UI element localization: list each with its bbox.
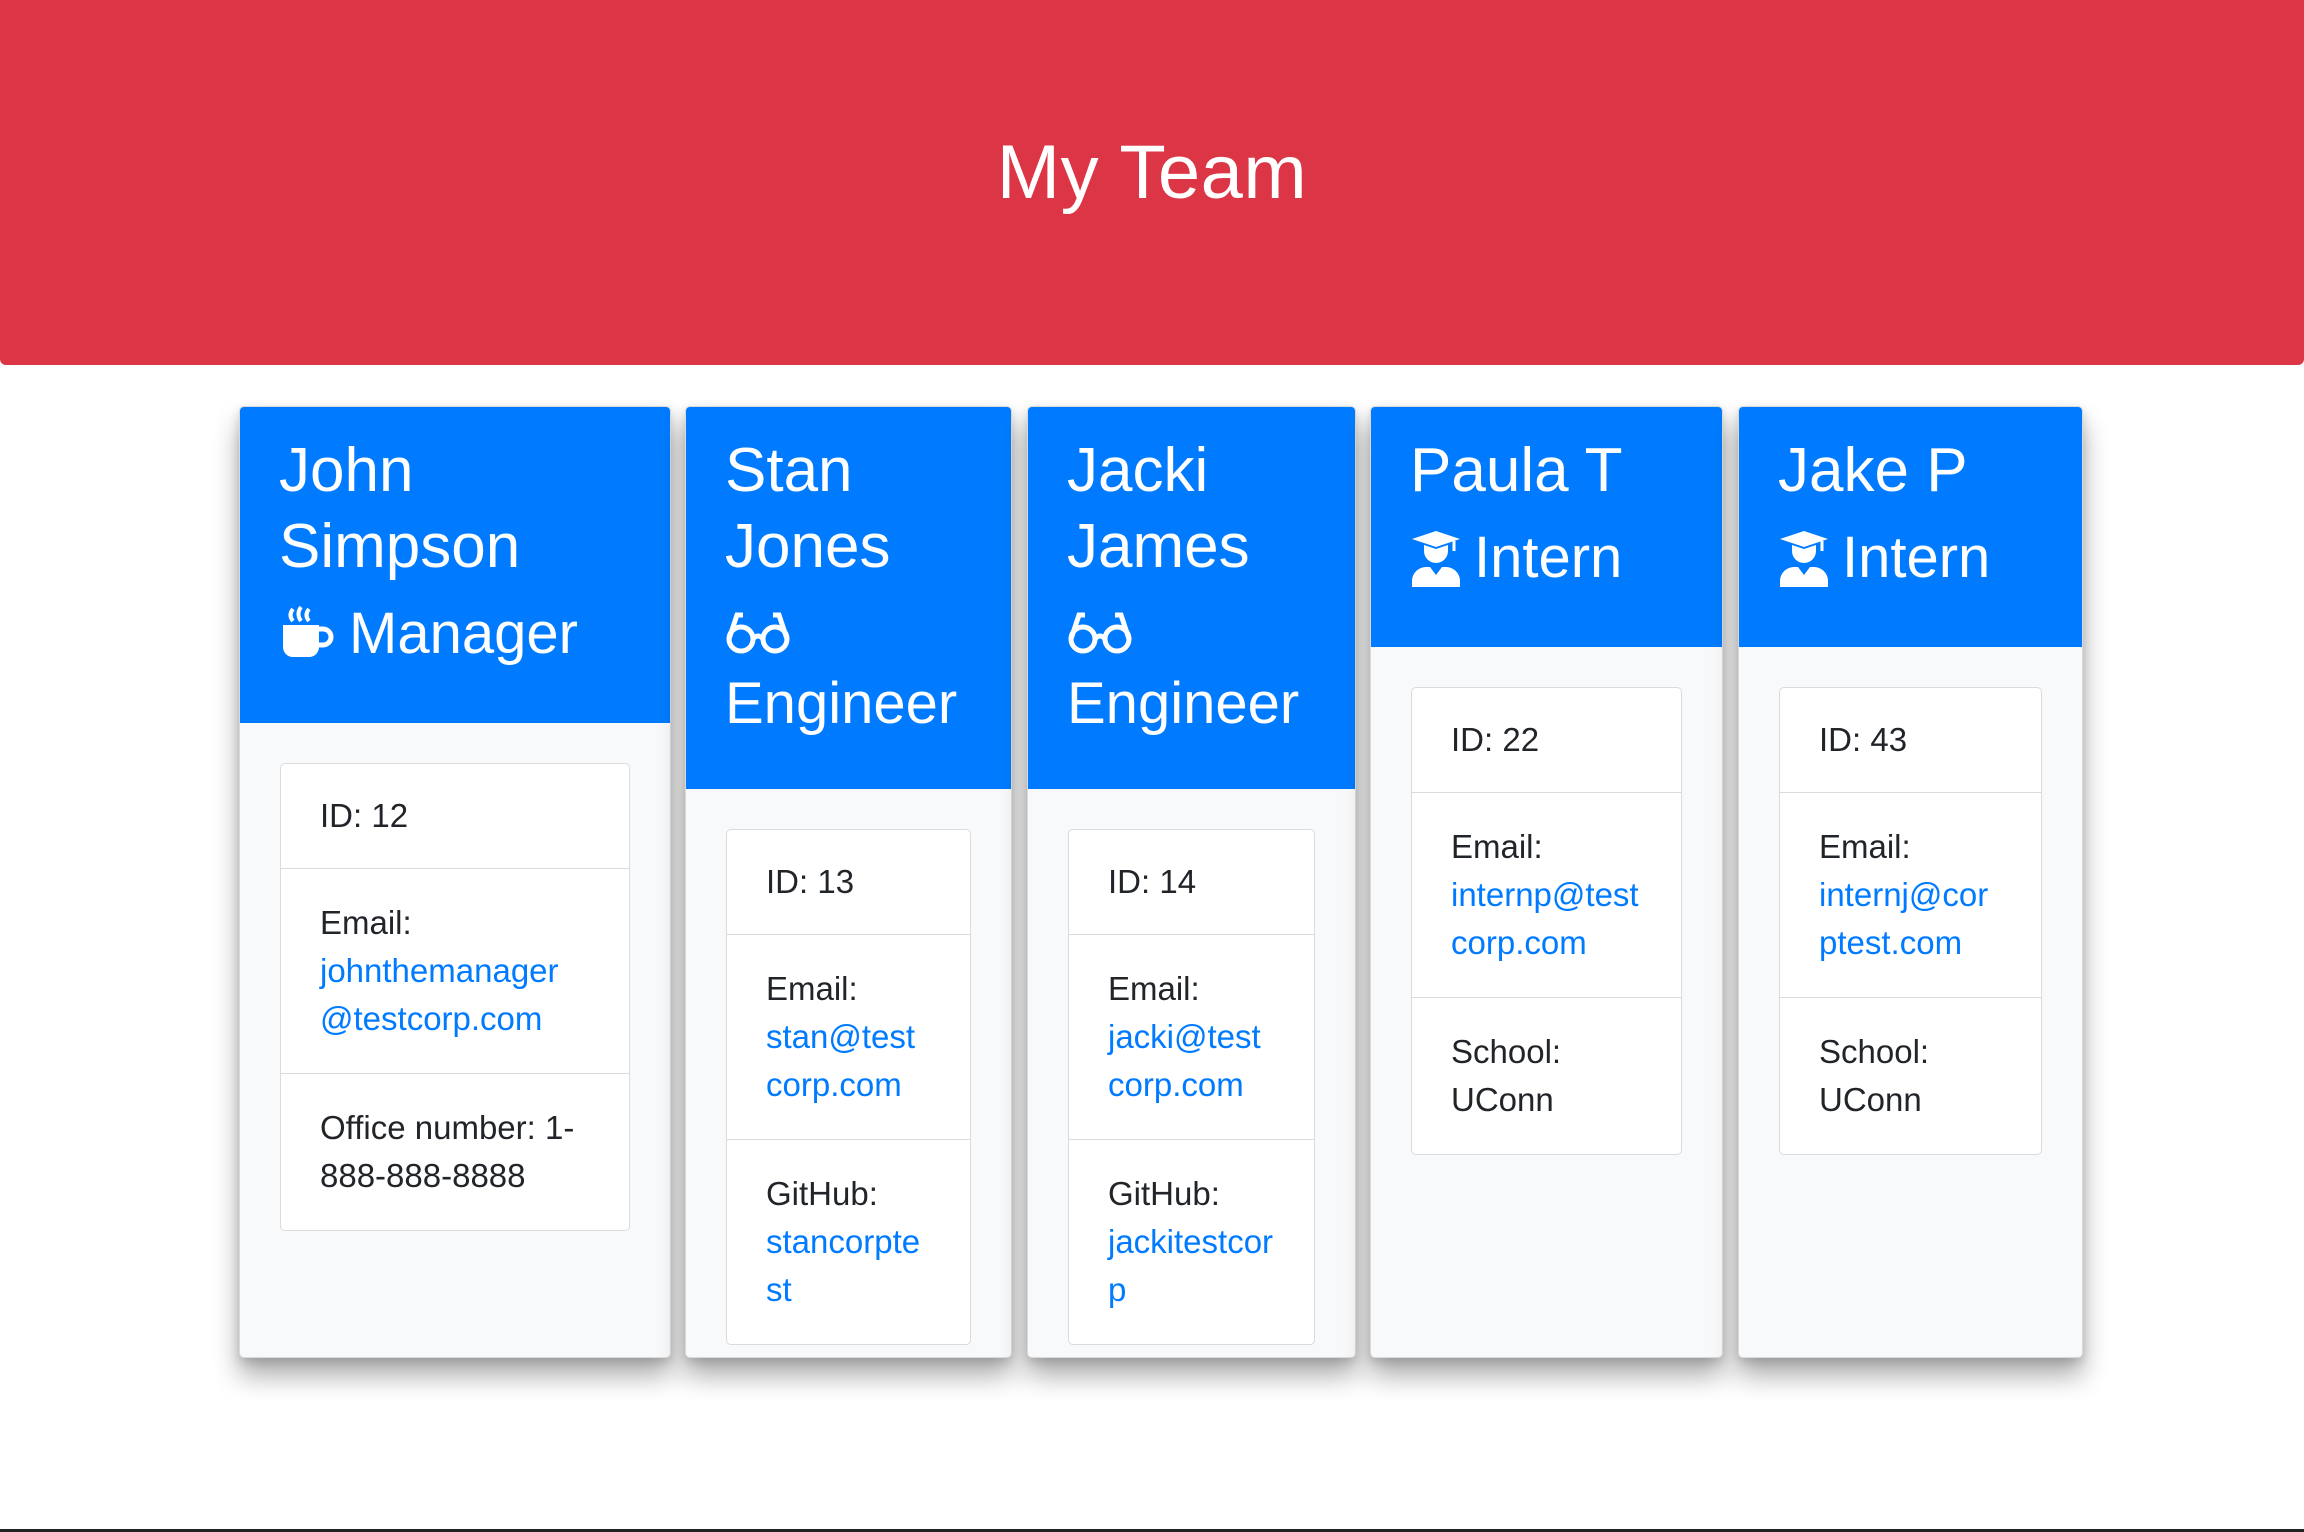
details-list: ID: 12 Email: johnthemanager@testcorp.co… bbox=[280, 763, 630, 1231]
github-label: GitHub: bbox=[1108, 1175, 1220, 1212]
id-value: 13 bbox=[817, 863, 855, 900]
employee-name: John Simpson bbox=[279, 436, 521, 581]
role-label: Engineer bbox=[1067, 671, 1300, 736]
github-link[interactable]: jackitestcorp bbox=[1108, 1223, 1273, 1308]
employee-role: Intern bbox=[1410, 523, 1683, 593]
glasses-icon bbox=[1067, 609, 1133, 659]
email-link[interactable]: johnthemanager@testcorp.com bbox=[320, 952, 559, 1037]
role-label: Manager bbox=[349, 601, 578, 666]
role-label: Engineer bbox=[725, 671, 958, 736]
page: My Team John Simpson Manager ID: 12 Emai… bbox=[0, 0, 2304, 1532]
employee-name: Paula T bbox=[1410, 436, 1623, 505]
employee-card-intern: Jake P Intern ID: 43 Email: internj@corp… bbox=[1738, 406, 2083, 1358]
github-link[interactable]: stancorptest bbox=[766, 1223, 920, 1308]
user-graduate-icon bbox=[1778, 529, 1830, 587]
id-item: ID: 14 bbox=[1069, 830, 1314, 934]
employee-card-engineer: Stan Jones Engineer ID: 13 Email: stan@t… bbox=[685, 406, 1012, 1358]
page-title: My Team bbox=[996, 130, 1308, 215]
github-item: GitHub: jackitestcorp bbox=[1069, 1139, 1314, 1344]
office-number-item: Office number: 1-888-888-8888 bbox=[281, 1073, 629, 1230]
id-value: 14 bbox=[1159, 863, 1197, 900]
employee-name: Jake P bbox=[1778, 436, 1968, 505]
email-label: Email: bbox=[320, 904, 412, 941]
office-number-label: Office number: bbox=[320, 1109, 536, 1146]
details-list: ID: 13 Email: stan@testcorp.com GitHub: … bbox=[726, 829, 971, 1345]
glasses-icon bbox=[725, 609, 791, 659]
header-banner: My Team bbox=[0, 0, 2304, 365]
email-link[interactable]: stan@testcorp.com bbox=[766, 1018, 915, 1103]
id-label: ID: bbox=[766, 863, 809, 900]
id-item: ID: 43 bbox=[1780, 688, 2041, 792]
email-link[interactable]: jacki@testcorp.com bbox=[1108, 1018, 1261, 1103]
email-label: Email: bbox=[1108, 970, 1200, 1007]
employee-card-manager: John Simpson Manager ID: 12 Email: johnt… bbox=[239, 406, 671, 1358]
employee-role: Manager bbox=[279, 599, 631, 669]
employee-name: Stan Jones bbox=[725, 436, 891, 581]
email-label: Email: bbox=[766, 970, 858, 1007]
school-label: School: bbox=[1451, 1033, 1562, 1070]
email-label: Email: bbox=[1819, 828, 1911, 865]
user-graduate-icon bbox=[1410, 529, 1462, 587]
email-link[interactable]: internp@testcorp.com bbox=[1451, 876, 1639, 961]
employee-card-engineer: Jacki James Engineer ID: 14 Email: jacki… bbox=[1027, 406, 1356, 1358]
email-item: Email: internj@corptest.com bbox=[1780, 792, 2041, 997]
details-list: ID: 14 Email: jacki@testcorp.com GitHub:… bbox=[1068, 829, 1315, 1345]
id-label: ID: bbox=[1819, 721, 1862, 758]
id-item: ID: 12 bbox=[281, 764, 629, 868]
email-link[interactable]: internj@corptest.com bbox=[1819, 876, 1988, 961]
id-label: ID: bbox=[1451, 721, 1494, 758]
role-label: Intern bbox=[1474, 525, 1623, 590]
card-header: Jacki James Engineer bbox=[1028, 407, 1355, 789]
id-item: ID: 13 bbox=[727, 830, 970, 934]
id-value: 43 bbox=[1870, 721, 1908, 758]
github-item: GitHub: stancorptest bbox=[727, 1139, 970, 1344]
email-item: Email: jacki@testcorp.com bbox=[1069, 934, 1314, 1139]
details-list: ID: 22 Email: internp@testcorp.com Schoo… bbox=[1411, 687, 1682, 1155]
employee-name: Jacki James bbox=[1067, 436, 1250, 581]
id-value: 22 bbox=[1502, 721, 1540, 758]
employee-role: Engineer bbox=[725, 599, 972, 739]
id-label: ID: bbox=[320, 797, 363, 834]
github-label: GitHub: bbox=[766, 1175, 878, 1212]
school-item: School: UConn bbox=[1780, 997, 2041, 1154]
card-header: Stan Jones Engineer bbox=[686, 407, 1011, 789]
employee-card-intern: Paula T Intern ID: 22 Email: internp@tes… bbox=[1370, 406, 1723, 1358]
email-item: Email: johnthemanager@testcorp.com bbox=[281, 868, 629, 1073]
mug-hot-icon bbox=[279, 605, 337, 663]
id-value: 12 bbox=[371, 797, 409, 834]
email-label: Email: bbox=[1451, 828, 1543, 865]
school-value: UConn bbox=[1819, 1081, 1922, 1118]
employee-role: Intern bbox=[1778, 523, 2043, 593]
card-header: Jake P Intern bbox=[1739, 407, 2082, 647]
id-label: ID: bbox=[1108, 863, 1151, 900]
email-item: Email: internp@testcorp.com bbox=[1412, 792, 1681, 997]
school-item: School: UConn bbox=[1412, 997, 1681, 1154]
email-item: Email: stan@testcorp.com bbox=[727, 934, 970, 1139]
school-label: School: bbox=[1819, 1033, 1930, 1070]
card-header: Paula T Intern bbox=[1371, 407, 1722, 647]
id-item: ID: 22 bbox=[1412, 688, 1681, 792]
school-value: UConn bbox=[1451, 1081, 1554, 1118]
employee-role: Engineer bbox=[1067, 599, 1316, 739]
details-list: ID: 43 Email: internj@corptest.com Schoo… bbox=[1779, 687, 2042, 1155]
role-label: Intern bbox=[1842, 525, 1991, 590]
card-header: John Simpson Manager bbox=[240, 407, 670, 723]
